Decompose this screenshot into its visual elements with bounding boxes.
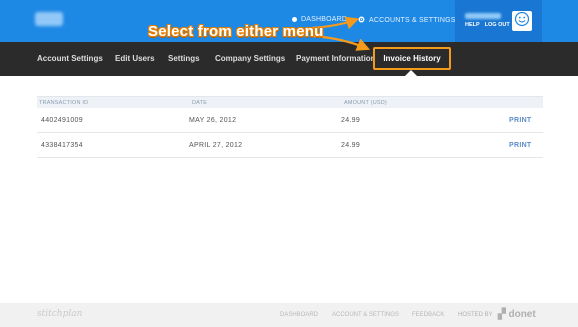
tab-settings[interactable]: Settings bbox=[168, 54, 200, 63]
smiley-face-icon bbox=[514, 11, 530, 32]
logout-link[interactable]: LOG OUT bbox=[485, 22, 510, 28]
transaction-id: 4402491009 bbox=[41, 117, 83, 124]
hosted-by-label: HOSTED BY bbox=[458, 312, 493, 318]
annotation-callout: Select from either menu bbox=[148, 23, 324, 40]
tab-account-settings[interactable]: Account Settings bbox=[37, 54, 103, 63]
help-link[interactable]: HELP bbox=[465, 22, 480, 28]
user-panel: HELP LOG OUT bbox=[455, 0, 542, 42]
gear-icon bbox=[358, 16, 365, 25]
transaction-id: 4338417354 bbox=[41, 142, 83, 149]
tab-edit-users[interactable]: Edit Users bbox=[115, 54, 155, 63]
transaction-date: MAY 26, 2012 bbox=[189, 117, 237, 124]
dashboard-dot-icon bbox=[292, 17, 297, 22]
col-date: DATE bbox=[192, 100, 208, 106]
table-row: 4338417354 APRIL 27, 2012 24.99 PRINT bbox=[37, 133, 543, 158]
print-link[interactable]: PRINT bbox=[509, 142, 532, 149]
footer-link-feedback[interactable]: FEEDBACK bbox=[412, 312, 444, 318]
host-name: donet bbox=[508, 309, 536, 320]
user-name-blurred bbox=[465, 13, 501, 19]
footer-brand[interactable]: stitchplan bbox=[37, 309, 82, 319]
transaction-amount: 24.99 bbox=[341, 117, 361, 124]
app-logo[interactable] bbox=[35, 12, 63, 26]
transaction-amount: 24.99 bbox=[341, 142, 361, 149]
print-link[interactable]: PRINT bbox=[509, 117, 532, 124]
footer-link-account-settings[interactable]: ACCOUNT & SETTINGS bbox=[332, 312, 399, 318]
tab-invoice-history[interactable]: Invoice History bbox=[373, 47, 451, 70]
footer-link-dashboard[interactable]: DASHBOARD bbox=[280, 312, 318, 318]
avatar[interactable] bbox=[512, 11, 532, 31]
nav-accounts-settings[interactable]: ACCOUNTS & SETTINGS bbox=[358, 16, 456, 25]
nav-dashboard[interactable]: DASHBOARD bbox=[292, 16, 347, 23]
tab-company-settings[interactable]: Company Settings bbox=[215, 54, 285, 63]
host-logo-icon: ▞ bbox=[498, 309, 506, 320]
host-logo[interactable]: ▞ donet bbox=[498, 309, 536, 320]
nav-dashboard-label: DASHBOARD bbox=[301, 16, 348, 23]
col-amount: AMOUNT (USD) bbox=[344, 100, 387, 106]
table-header: TRANSACTION ID DATE AMOUNT (USD) bbox=[37, 96, 543, 108]
nav-accounts-settings-label: ACCOUNTS & SETTINGS bbox=[369, 17, 456, 24]
invoice-table: TRANSACTION ID DATE AMOUNT (USD) 4402491… bbox=[37, 96, 543, 158]
footer: stitchplan DASHBOARD ACCOUNT & SETTINGS … bbox=[0, 303, 578, 327]
table-row: 4402491009 MAY 26, 2012 24.99 PRINT bbox=[37, 108, 543, 133]
transaction-date: APRIL 27, 2012 bbox=[189, 142, 243, 149]
settings-subnav: Account Settings Edit Users Settings Com… bbox=[0, 42, 578, 76]
active-tab-caret bbox=[405, 70, 417, 76]
col-transaction-id: TRANSACTION ID bbox=[39, 100, 89, 106]
tab-payment-information[interactable]: Payment Information bbox=[296, 54, 376, 63]
